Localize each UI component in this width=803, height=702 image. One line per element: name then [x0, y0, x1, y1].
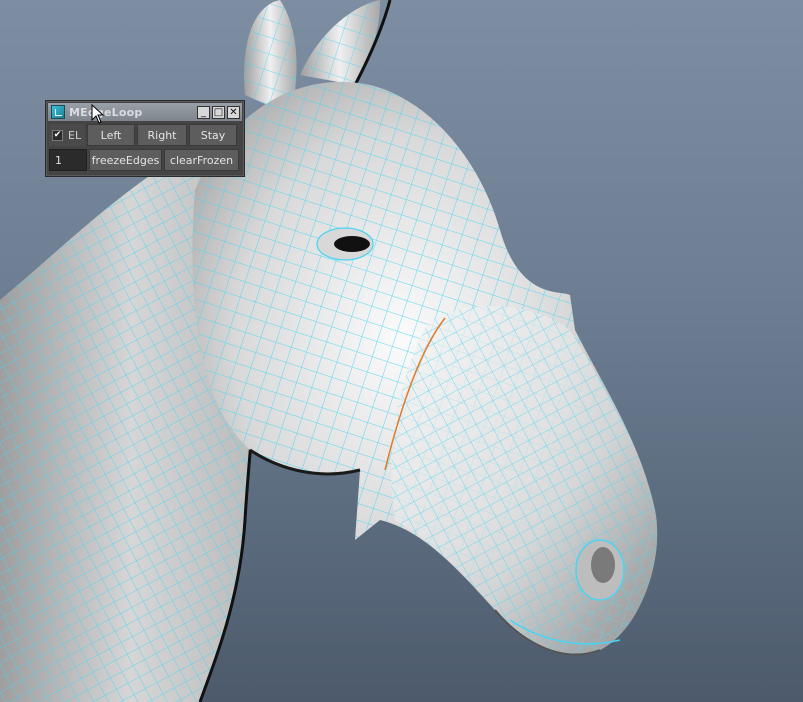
freeze-edges-button[interactable]: freezeEdges	[89, 149, 162, 171]
clear-frozen-button[interactable]: clearFrozen	[164, 149, 239, 171]
medgeloop-tool-window[interactable]: MEdgeLoop _ □ ✕ ✔ EL Left Right Stay 1 f…	[45, 100, 245, 177]
left-button[interactable]: Left	[87, 124, 135, 146]
el-checkbox[interactable]: ✔	[52, 129, 63, 141]
window-title: MEdgeLoop	[69, 105, 143, 119]
el-checkbox-label: EL	[68, 128, 82, 142]
edge-count-field[interactable]: 1	[49, 149, 87, 171]
minimize-button[interactable]: _	[197, 105, 210, 119]
maya-app-icon	[51, 105, 65, 119]
stay-button[interactable]: Stay	[189, 124, 237, 146]
window-titlebar[interactable]: MEdgeLoop _ □ ✕	[48, 103, 242, 121]
close-button[interactable]: ✕	[227, 105, 240, 119]
el-checkbox-group[interactable]: ✔ EL	[49, 124, 85, 146]
maximize-button[interactable]: □	[212, 105, 225, 119]
right-button[interactable]: Right	[137, 124, 187, 146]
mouse-pointer-icon	[91, 104, 105, 124]
